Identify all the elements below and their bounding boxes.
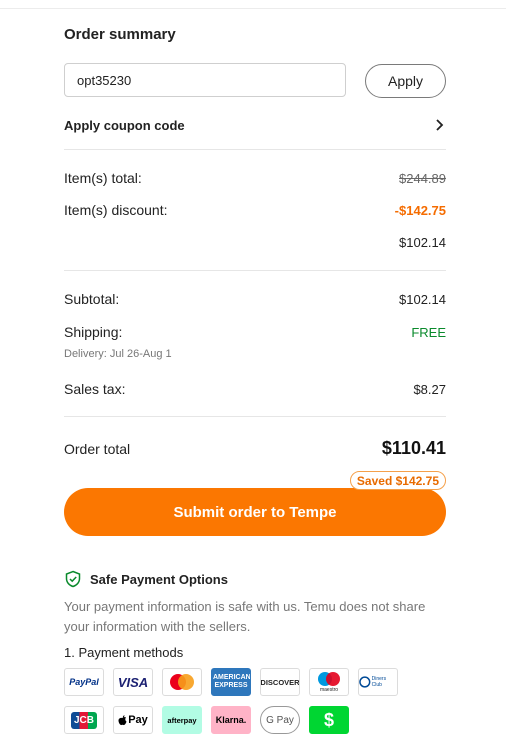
cash-app-icon: $ [309, 706, 349, 734]
apply-button[interactable]: Apply [365, 64, 446, 98]
payment-methods-title: 1. Payment methods [64, 645, 184, 660]
chevron-right-icon [436, 119, 444, 131]
coupon-code-input[interactable] [64, 63, 346, 97]
jcb-icon: JCB [64, 706, 104, 734]
apply-coupon-link[interactable]: Apply coupon code [64, 116, 446, 134]
order-total-label: Order total [64, 440, 131, 457]
items-total-value: $244.89 [399, 170, 446, 186]
items-total-label: Item(s) total: [64, 170, 142, 186]
discover-icon: DISCOVER [260, 668, 300, 696]
delivery-estimate: Delivery: Jul 26-Aug 1 [64, 348, 172, 360]
divider [64, 270, 446, 271]
order-summary-title: Order summary [64, 26, 176, 43]
after-discount-row: $102.14 [64, 235, 446, 250]
shipping-row: Shipping: FREE [64, 324, 446, 340]
sales-tax-value: $8.27 [413, 381, 446, 397]
after-discount-value: $102.14 [399, 235, 446, 250]
divider [64, 149, 446, 150]
subtotal-label: Subtotal: [64, 291, 120, 307]
items-discount-label: Item(s) discount: [64, 202, 168, 218]
shipping-label: Shipping: [64, 324, 123, 340]
klarna-icon: Klarna. [211, 706, 251, 734]
visa-icon: VISA [113, 668, 153, 696]
safe-payment-description: Your payment information is safe with us… [64, 599, 426, 634]
order-total-value: $110.41 [381, 438, 446, 458]
amex-icon: AMERICAN EXPRESS [211, 668, 251, 696]
safe-payment-title: Safe Payment Options [90, 571, 228, 587]
sales-tax-row: Sales tax: $8.27 [64, 381, 446, 397]
diners-club-icon: Diners Club [358, 668, 398, 696]
submit-order-button[interactable]: Submit order to Tempe [64, 488, 446, 536]
apply-coupon-label: Apply coupon code [64, 117, 185, 133]
sales-tax-label: Sales tax: [64, 381, 126, 397]
order-total-row: Order total $110.41 [64, 438, 446, 459]
afterpay-icon: afterpay [162, 706, 202, 734]
items-discount-value: -$142.75 [394, 202, 446, 218]
subtotal-value: $102.14 [399, 291, 446, 307]
items-discount-row: Item(s) discount: -$142.75 [64, 202, 446, 218]
shipping-value: FREE [411, 324, 446, 340]
top-divider [0, 8, 506, 9]
divider [64, 416, 446, 417]
apple-pay-icon: Pay [113, 706, 153, 734]
subtotal-row: Subtotal: $102.14 [64, 291, 446, 307]
mastercard-icon [162, 668, 202, 696]
maestro-icon: maestro [309, 668, 349, 696]
paypal-icon: PayPal [64, 668, 104, 696]
items-total-row: Item(s) total: $244.89 [64, 170, 446, 186]
google-pay-icon: G Pay [260, 706, 300, 734]
safe-payment-header: Safe Payment Options [64, 570, 228, 588]
saved-badge: Saved $142.75 [349, 471, 446, 490]
shield-check-icon [65, 570, 81, 588]
